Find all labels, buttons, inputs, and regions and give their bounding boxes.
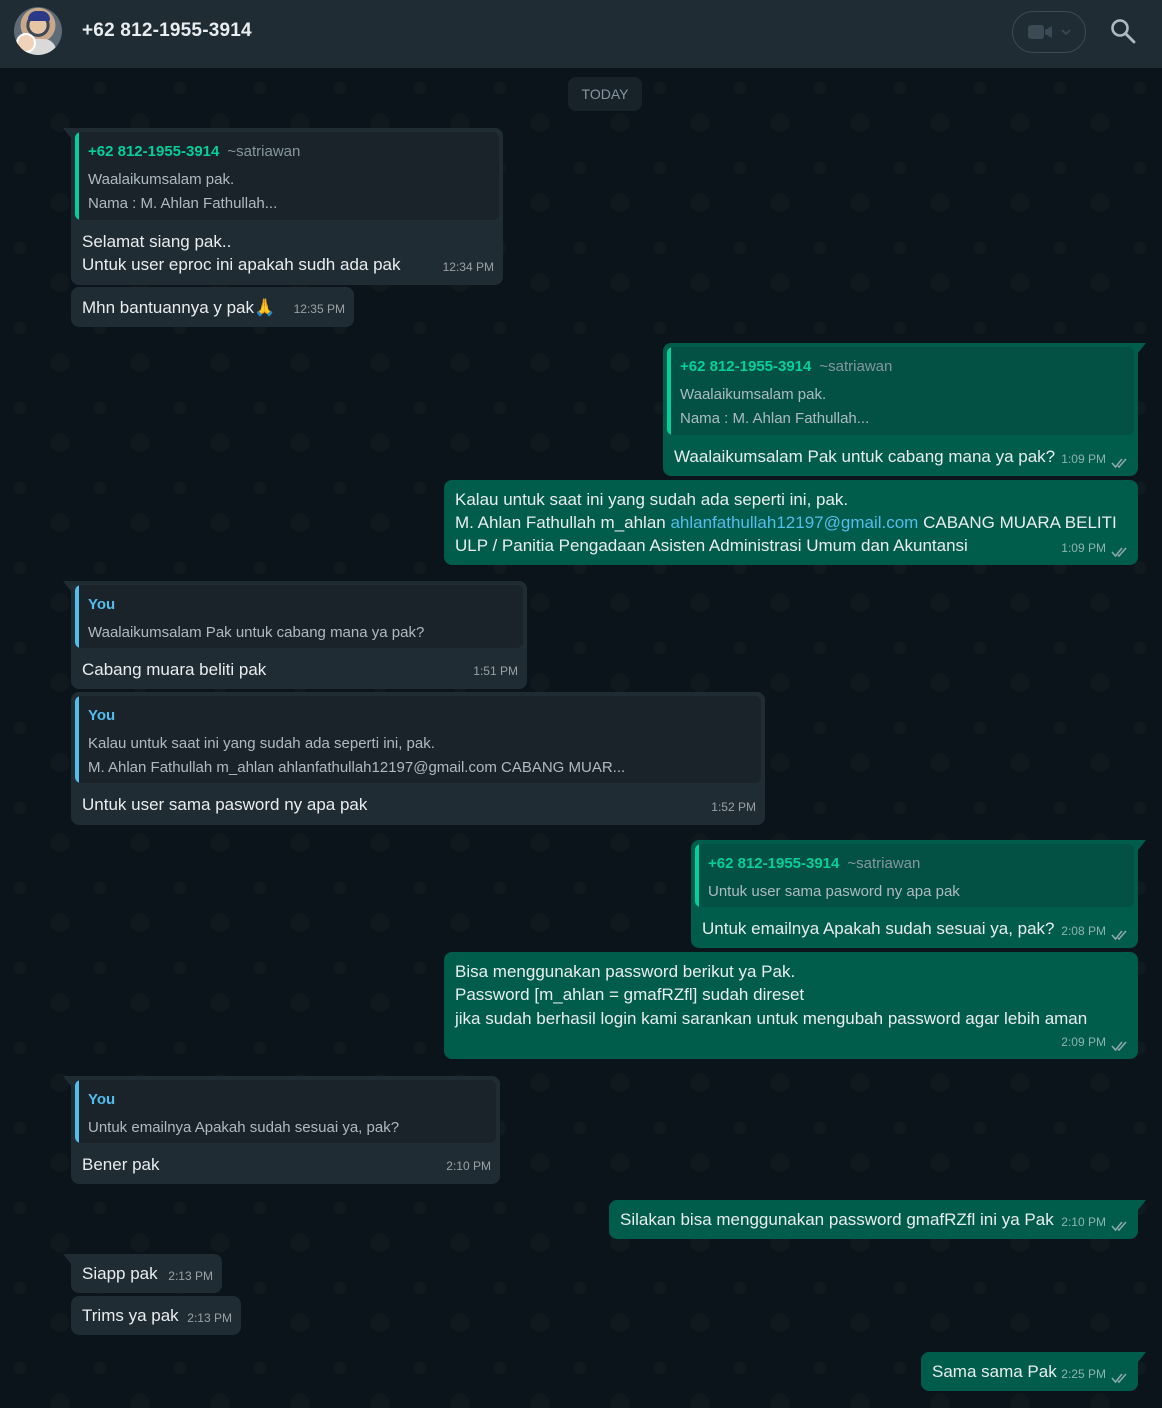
message-time: 1:09 PM <box>1061 452 1106 466</box>
message-time: 2:13 PM <box>187 1311 232 1325</box>
date-separator: TODAY <box>568 77 642 111</box>
quoted-message[interactable]: You Untuk emailnya Apakah sudah sesuai y… <box>75 1080 496 1143</box>
message-time: 12:34 PM <box>442 260 494 274</box>
message-text: Waalaikumsalam Pak untuk cabang mana ya … <box>674 447 1056 466</box>
message-time: 2:08 PM <box>1061 924 1106 938</box>
quote-author: +62 812-1955-3914 <box>708 855 840 872</box>
quote-text: Untuk user sama pasword ny apa pak <box>708 883 960 900</box>
message-text: Password [m_ahlan = gmafRZfl] sudah dire… <box>455 985 805 1004</box>
message-text: Siapp pak <box>82 1264 158 1283</box>
message-text: jika sudah berhasil login kami sarankan … <box>455 1009 1088 1028</box>
quote-text: Kalau untuk saat ini yang sudah ada sepe… <box>88 735 435 752</box>
message-text: CABANG MUARA BELITI <box>923 513 1117 532</box>
message-bubble-outgoing[interactable]: Kalau untuk saat ini yang sudah ada sepe… <box>444 480 1138 565</box>
read-receipt-icon <box>1111 547 1127 558</box>
message-text: Untuk user eproc ini apakah sudh ada pak <box>82 255 401 274</box>
quote-text: Nama : M. Ahlan Fathullah... <box>680 410 870 427</box>
message-text: Bisa menggunakan password berikut ya Pak… <box>455 962 796 981</box>
message-bubble-outgoing[interactable]: Sama sama Pak 2:25 PM <box>921 1352 1146 1391</box>
read-receipt-icon <box>1111 1221 1127 1232</box>
chat-header: +62 812-1955-3914 <box>0 0 1162 68</box>
message-text: Mhn bantuannya y pak <box>82 298 255 317</box>
message-time: 2:10 PM <box>1061 1215 1106 1229</box>
quote-author: +62 812-1955-3914 <box>88 143 220 160</box>
email-link[interactable]: ahlanfathullah12197@gmail.com <box>670 513 918 532</box>
quote-text: Untuk emailnya Apakah sudah sesuai ya, p… <box>88 1119 400 1136</box>
message-bubble-incoming[interactable]: Mhn bantuannya y pak🙏 12:35 PM <box>71 287 354 327</box>
message-time: 1:52 PM <box>711 800 756 814</box>
quote-pushname: ~satriawan <box>819 358 893 375</box>
message-text: Kalau untuk saat ini yang sudah ada sepe… <box>455 490 849 509</box>
quote-text: M. Ahlan Fathullah m_ahlan ahlanfathulla… <box>88 759 626 776</box>
quote-text: Nama : M. Ahlan Fathullah... <box>88 195 278 212</box>
message-bubble-outgoing[interactable]: +62 812-1955-3914 ~satriawan Waalaikumsal… <box>663 343 1146 476</box>
read-receipt-icon <box>1111 930 1127 941</box>
message-time: 12:35 PM <box>293 302 345 316</box>
message-bubble-incoming[interactable]: Siapp pak 2:13 PM <box>63 1254 222 1293</box>
message-text: Untuk user sama pasword ny apa pak <box>82 795 368 814</box>
quoted-message[interactable]: +62 812-1955-3914 ~satriawan Waalaikumsal… <box>75 132 499 220</box>
quoted-message[interactable]: +62 812-1955-3914 ~satriawan Waalaikumsal… <box>667 347 1134 435</box>
message-text: Cabang muara beliti pak <box>82 660 267 679</box>
message-text: Selamat siang pak.. <box>82 232 232 251</box>
read-receipt-icon <box>1111 1373 1127 1384</box>
contact-name[interactable]: +62 812-1955-3914 <box>82 20 252 42</box>
message-bubble-outgoing[interactable]: Silakan bisa menggunakan password gmafRZ… <box>609 1200 1146 1239</box>
chevron-down-icon <box>1061 29 1071 36</box>
message-time: 2:09 PM <box>1061 1035 1106 1049</box>
quoted-message[interactable]: You Waalaikumsalam Pak untuk cabang mana… <box>75 585 523 648</box>
quote-pushname: ~satriawan <box>847 855 921 872</box>
quoted-message[interactable]: You Kalau untuk saat ini yang sudah ada … <box>75 696 761 783</box>
video-call-button[interactable] <box>1012 11 1086 53</box>
quote-author: You <box>88 707 116 724</box>
message-time: 2:10 PM <box>446 1159 491 1173</box>
message-text: ULP / Panitia Pengadaan Asisten Administ… <box>455 536 968 555</box>
message-time: 1:09 PM <box>1061 541 1106 555</box>
message-time: 2:13 PM <box>168 1269 213 1283</box>
message-bubble-incoming[interactable]: Trims ya pak 2:13 PM <box>71 1296 241 1335</box>
video-call-icon <box>1028 25 1052 39</box>
message-bubble-incoming[interactable]: You Untuk emailnya Apakah sudah sesuai y… <box>63 1076 500 1184</box>
message-text: Silakan bisa menggunakan password gmafRZ… <box>620 1210 1054 1229</box>
folded-hands-emoji: 🙏 <box>254 298 276 317</box>
message-bubble-outgoing[interactable]: Bisa menggunakan password berikut ya Pak… <box>444 952 1138 1059</box>
message-bubble-incoming[interactable]: +62 812-1955-3914 ~satriawan Waalaikumsal… <box>63 128 503 285</box>
quote-text: Waalaikumsalam pak. <box>680 386 827 403</box>
quote-author: You <box>88 596 116 613</box>
quote-text: Waalaikumsalam Pak untuk cabang mana ya … <box>88 624 425 641</box>
read-receipt-icon <box>1111 1041 1127 1052</box>
avatar[interactable] <box>14 7 62 55</box>
quote-author: +62 812-1955-3914 <box>680 358 812 375</box>
message-time: 2:25 PM <box>1061 1367 1106 1381</box>
quoted-message[interactable]: +62 812-1955-3914 ~satriawan Untuk user s… <box>695 844 1134 907</box>
message-text: Trims ya pak <box>82 1306 179 1325</box>
message-text: Sama sama Pak <box>932 1362 1057 1381</box>
message-text: M. Ahlan Fathullah m_ahlan <box>455 513 671 532</box>
read-receipt-icon <box>1111 458 1127 469</box>
message-bubble-outgoing[interactable]: +62 812-1955-3914 ~satriawan Untuk user s… <box>691 840 1146 948</box>
quote-author: You <box>88 1091 116 1108</box>
message-text: Bener pak <box>82 1155 160 1174</box>
quote-pushname: ~satriawan <box>227 143 301 160</box>
message-bubble-incoming[interactable]: You Kalau untuk saat ini yang sudah ada … <box>71 692 765 825</box>
search-icon[interactable] <box>1110 18 1136 44</box>
quote-text: Waalaikumsalam pak. <box>88 171 235 188</box>
message-time: 1:51 PM <box>473 664 518 678</box>
message-text: Untuk emailnya Apakah sudah sesuai ya, p… <box>702 919 1055 938</box>
message-bubble-incoming[interactable]: You Waalaikumsalam Pak untuk cabang mana… <box>63 581 527 689</box>
